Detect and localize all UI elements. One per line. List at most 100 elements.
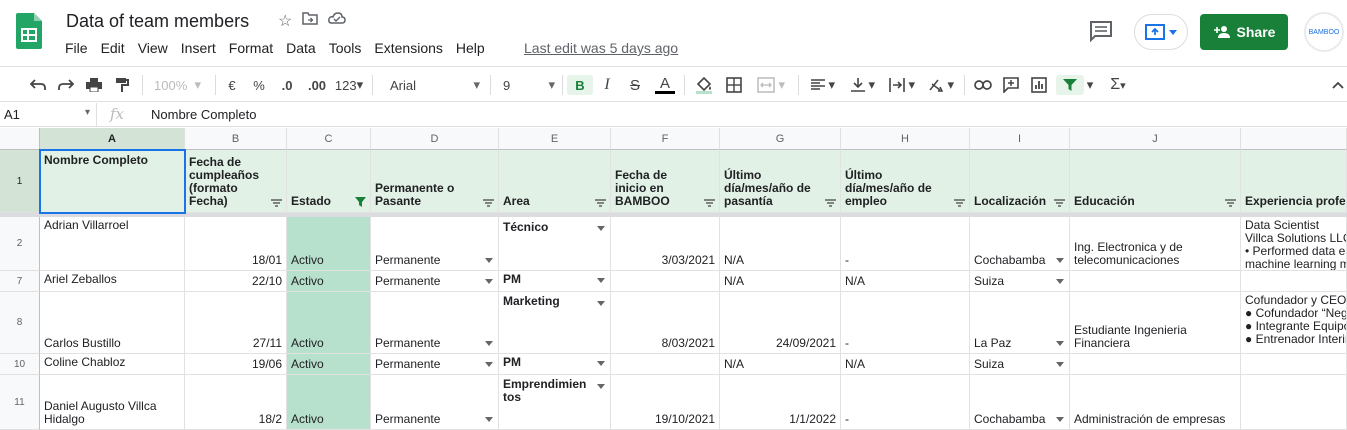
text-color-button[interactable]: A (654, 75, 676, 95)
header-cell-localizacion[interactable]: Localización (970, 150, 1070, 213)
functions-button[interactable]: Σ ▾ (1104, 75, 1132, 95)
column-header-e[interactable]: E (499, 128, 611, 150)
share-button[interactable]: Share (1200, 14, 1288, 50)
column-header-j[interactable]: J (1070, 128, 1241, 150)
cell-estado[interactable]: Activo (287, 354, 371, 375)
zoom-select[interactable]: 100% ▾ (150, 75, 205, 95)
decrease-decimal-button[interactable]: .0 (277, 75, 297, 95)
menu-tools[interactable]: Tools (329, 40, 362, 56)
cell-ultimo-empleo[interactable]: - (841, 375, 970, 430)
menu-view[interactable]: View (138, 40, 168, 56)
formula-input[interactable]: Nombre Completo (151, 107, 257, 122)
menu-insert[interactable]: Insert (181, 40, 216, 56)
text-wrapping-icon[interactable]: ▾ (884, 75, 920, 95)
cell-cumple[interactable]: 22/10 (185, 271, 287, 292)
column-header-c[interactable]: C (287, 128, 371, 150)
cell-cumple[interactable]: 19/06 (185, 354, 287, 375)
menu-file[interactable]: File (65, 40, 88, 56)
insert-chart-icon[interactable] (1028, 75, 1050, 95)
redo-icon[interactable] (56, 75, 76, 95)
cell-ultimo-pasantia[interactable]: 1/1/2022 (720, 375, 841, 430)
cell-ultimo-empleo[interactable]: N/A (841, 271, 970, 292)
header-cell-estado[interactable]: Estado (287, 150, 371, 213)
print-icon[interactable] (84, 75, 104, 95)
cell-ultimo-pasantia[interactable]: N/A (720, 271, 841, 292)
column-header-g[interactable]: G (720, 128, 841, 150)
cell-experiencia[interactable]: Data Scientist Villca Solutions LLC • Pe… (1241, 217, 1347, 271)
cell-cumple[interactable]: 27/11 (185, 292, 287, 354)
bold-button[interactable]: B (567, 75, 593, 95)
borders-icon[interactable] (724, 75, 744, 95)
cell-localizacion[interactable]: Cochabamba (970, 375, 1070, 430)
header-cell-experiencia[interactable]: Experiencia profe (1241, 150, 1347, 213)
more-formats-select[interactable]: 123 ▾ (334, 75, 364, 95)
strikethrough-button[interactable]: S (626, 75, 644, 95)
header-cell-fecha-cumple[interactable]: Fecha de cumpleaños (formato Fecha) (185, 150, 287, 213)
filter-menu-chevron-icon[interactable]: ▾ (1084, 75, 1096, 95)
text-rotation-icon[interactable]: ▾ (924, 75, 958, 95)
column-header-b[interactable]: B (185, 128, 287, 150)
currency-format-button[interactable]: € (224, 75, 240, 95)
cell-fecha-inicio[interactable] (611, 271, 720, 292)
cell-fecha-inicio[interactable]: 19/10/2021 (611, 375, 720, 430)
cell-ultimo-empleo[interactable]: - (841, 217, 970, 271)
filter-lines-icon[interactable] (271, 199, 282, 207)
cell-educacion[interactable]: Ing. Electronica y de telecomunicaciones (1070, 217, 1241, 271)
cell-permanente[interactable]: Permanente (371, 271, 499, 292)
italic-button[interactable]: I (598, 75, 616, 95)
cell-localizacion[interactable]: Suiza (970, 271, 1070, 292)
cell-localizacion[interactable]: Suiza (970, 354, 1070, 375)
cell-nombre[interactable]: Daniel Augusto Villca Hidalgo (40, 375, 185, 430)
font-size-select[interactable]: 9 ▾ (503, 75, 555, 95)
cell-experiencia[interactable] (1241, 271, 1347, 292)
present-button[interactable] (1134, 14, 1188, 50)
star-icon[interactable]: ☆ (278, 11, 292, 31)
increase-decimal-button[interactable]: .00 (305, 75, 329, 95)
cell-area[interactable]: Emprendimientos (499, 375, 611, 430)
menu-extensions[interactable]: Extensions (374, 40, 442, 56)
horizontal-align-icon[interactable]: ▾ (806, 75, 840, 95)
dropdown-arrow-icon[interactable] (485, 362, 493, 367)
vertical-align-icon[interactable]: ▾ (846, 75, 880, 95)
menu-help[interactable]: Help (456, 40, 485, 56)
cell-educacion[interactable] (1070, 354, 1241, 375)
cell-cumple[interactable]: 18/2 (185, 375, 287, 430)
document-title[interactable]: Data of team members (66, 11, 249, 32)
dropdown-arrow-icon[interactable] (485, 417, 493, 422)
cell-permanente[interactable]: Permanente (371, 375, 499, 430)
cell-ultimo-pasantia[interactable]: 24/09/2021 (720, 292, 841, 354)
filter-lines-icon[interactable] (483, 199, 494, 207)
dropdown-arrow-icon[interactable] (597, 361, 605, 366)
row-header-8[interactable]: 8 (0, 292, 40, 354)
dropdown-arrow-icon[interactable] (597, 278, 605, 283)
column-header-d[interactable]: D (371, 128, 499, 150)
cell-experiencia[interactable] (1241, 375, 1347, 430)
dropdown-arrow-icon[interactable] (1056, 279, 1064, 284)
header-cell-fecha-inicio[interactable]: Fecha de inicio en BAMBOO (611, 150, 720, 213)
cell-ultimo-pasantia[interactable]: N/A (720, 217, 841, 271)
insert-comment-icon[interactable] (1000, 75, 1022, 95)
filter-active-icon[interactable] (355, 197, 366, 207)
move-folder-icon[interactable] (302, 11, 319, 31)
dropdown-arrow-icon[interactable] (597, 226, 605, 231)
filter-lines-icon[interactable] (1054, 199, 1065, 207)
cell-fecha-inicio[interactable] (611, 354, 720, 375)
column-header-i[interactable]: I (970, 128, 1070, 150)
header-cell-area[interactable]: Area (499, 150, 611, 213)
header-cell-ultimo-empleo[interactable]: Último día/mes/año de empleo (841, 150, 970, 213)
percent-format-button[interactable]: % (251, 75, 267, 95)
cell-area[interactable]: Marketing (499, 292, 611, 354)
cell-educacion[interactable] (1070, 271, 1241, 292)
paint-format-icon[interactable] (112, 75, 132, 95)
dropdown-arrow-icon[interactable] (485, 341, 493, 346)
header-cell-permanente[interactable]: Permanente o Pasante (371, 150, 499, 213)
header-cell-ultimo-pasantia[interactable]: Último día/mes/año de pasantía (720, 150, 841, 213)
cell-experiencia[interactable]: Cofundador y CEO ● Cofundador “Neg ● Int… (1241, 292, 1347, 354)
column-header-f[interactable]: F (611, 128, 720, 150)
menu-data[interactable]: Data (286, 40, 316, 56)
insert-link-icon[interactable] (972, 75, 994, 95)
dropdown-arrow-icon[interactable] (485, 279, 493, 284)
cell-estado[interactable]: Activo (287, 292, 371, 354)
filter-lines-icon[interactable] (595, 199, 606, 207)
dropdown-arrow-icon[interactable] (1056, 362, 1064, 367)
